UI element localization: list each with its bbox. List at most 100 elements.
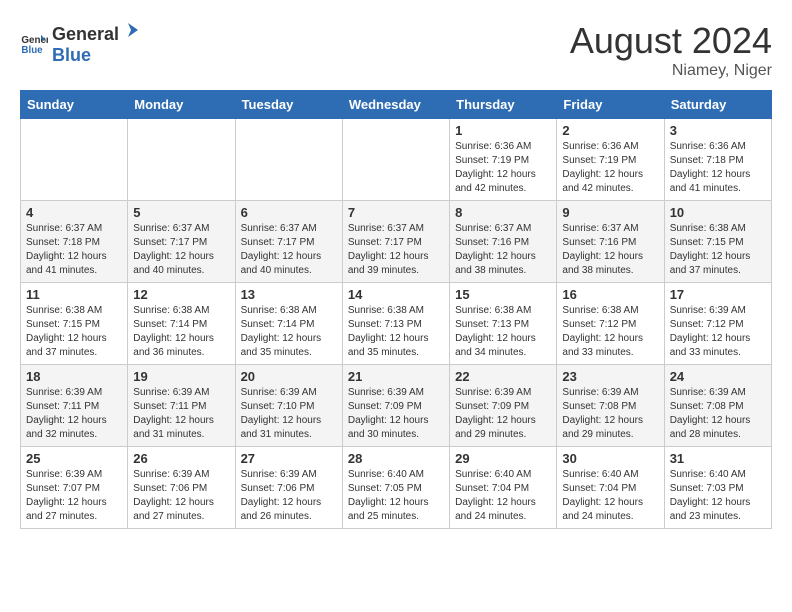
day-number: 18	[26, 369, 122, 384]
calendar-day-cell: 28 Sunrise: 6:40 AM Sunset: 7:05 PM Dayli…	[342, 447, 449, 529]
day-number: 29	[455, 451, 551, 466]
svg-text:Blue: Blue	[21, 45, 43, 56]
calendar-day-cell: 18 Sunrise: 6:39 AM Sunset: 7:11 PM Dayli…	[21, 365, 128, 447]
calendar-day-cell: 26Sunrise: 6:39 AM Sunset: 7:06 PM Dayli…	[128, 447, 235, 529]
day-number: 21	[348, 369, 444, 384]
day-number: 2	[562, 123, 658, 138]
day-number: 15	[455, 287, 551, 302]
day-info: Sunrise: 6:40 AM Sunset: 7:04 PM Dayligh…	[455, 468, 551, 524]
day-number: 4	[26, 205, 122, 220]
calendar-day-cell	[128, 119, 235, 201]
day-info: Sunrise: 6:39 AM Sunset: 7:07 PM Dayligh…	[26, 468, 122, 524]
logo-icon: General Blue	[20, 29, 48, 57]
day-number: 12	[133, 287, 229, 302]
day-number: 6	[241, 205, 337, 220]
day-number: 5	[133, 205, 229, 220]
day-info: Sunrise: 6:38 AM Sunset: 7:14 PM Dayligh…	[241, 304, 337, 360]
day-info: Sunrise: 6:38 AM Sunset: 7:15 PM Dayligh…	[670, 222, 766, 278]
month-year-title: August 2024	[570, 20, 772, 62]
day-info: Sunrise: 6:36 AM Sunset: 7:19 PM Dayligh…	[562, 140, 658, 196]
calendar-day-cell: 20 Sunrise: 6:39 AM Sunset: 7:10 PM Dayli…	[235, 365, 342, 447]
day-number: 22	[455, 369, 551, 384]
calendar-day-cell: 7Sunrise: 6:37 AM Sunset: 7:17 PM Daylig…	[342, 201, 449, 283]
calendar-day-cell: 9 Sunrise: 6:37 AM Sunset: 7:16 PM Daylig…	[557, 201, 664, 283]
day-info: Sunrise: 6:38 AM Sunset: 7:12 PM Dayligh…	[562, 304, 658, 360]
calendar-day-cell: 29 Sunrise: 6:40 AM Sunset: 7:04 PM Dayli…	[450, 447, 557, 529]
calendar-day-cell	[342, 119, 449, 201]
day-number: 28	[348, 451, 444, 466]
day-info: Sunrise: 6:36 AM Sunset: 7:18 PM Dayligh…	[670, 140, 766, 196]
day-info: Sunrise: 6:37 AM Sunset: 7:17 PM Dayligh…	[241, 222, 337, 278]
logo: General Blue General Blue	[20, 20, 141, 66]
day-number: 11	[26, 287, 122, 302]
day-number: 9	[562, 205, 658, 220]
day-of-week-header: Wednesday	[342, 91, 449, 119]
calendar-day-cell: 25 Sunrise: 6:39 AM Sunset: 7:07 PM Dayli…	[21, 447, 128, 529]
day-number: 23	[562, 369, 658, 384]
calendar-day-cell: 31 Sunrise: 6:40 AM Sunset: 7:03 PM Dayli…	[664, 447, 771, 529]
day-info: Sunrise: 6:39 AM Sunset: 7:09 PM Dayligh…	[348, 386, 444, 442]
day-number: 27	[241, 451, 337, 466]
calendar-day-cell: 14 Sunrise: 6:38 AM Sunset: 7:13 PM Dayli…	[342, 283, 449, 365]
day-info: Sunrise: 6:39 AM Sunset: 7:06 PM Dayligh…	[133, 468, 229, 524]
calendar-day-cell: 15 Sunrise: 6:38 AM Sunset: 7:13 PM Dayli…	[450, 283, 557, 365]
page-header: General Blue General Blue August 2024 Ni…	[20, 20, 772, 80]
day-info: Sunrise: 6:37 AM Sunset: 7:16 PM Dayligh…	[562, 222, 658, 278]
day-info: Sunrise: 6:39 AM Sunset: 7:10 PM Dayligh…	[241, 386, 337, 442]
calendar-day-cell: 17 Sunrise: 6:39 AM Sunset: 7:12 PM Dayli…	[664, 283, 771, 365]
calendar-day-cell: 16Sunrise: 6:38 AM Sunset: 7:12 PM Dayli…	[557, 283, 664, 365]
day-info: Sunrise: 6:39 AM Sunset: 7:12 PM Dayligh…	[670, 304, 766, 360]
location-subtitle: Niamey, Niger	[570, 62, 772, 80]
calendar-day-cell: 4 Sunrise: 6:37 AM Sunset: 7:18 PM Daylig…	[21, 201, 128, 283]
calendar-day-cell: 30 Sunrise: 6:40 AM Sunset: 7:04 PM Dayli…	[557, 447, 664, 529]
day-info: Sunrise: 6:40 AM Sunset: 7:04 PM Dayligh…	[562, 468, 658, 524]
logo-general-text: General	[52, 24, 119, 45]
day-info: Sunrise: 6:37 AM Sunset: 7:18 PM Dayligh…	[26, 222, 122, 278]
calendar-day-cell: 6 Sunrise: 6:37 AM Sunset: 7:17 PM Daylig…	[235, 201, 342, 283]
day-of-week-header: Friday	[557, 91, 664, 119]
day-info: Sunrise: 6:39 AM Sunset: 7:06 PM Dayligh…	[241, 468, 337, 524]
calendar-week-row: 1Sunrise: 6:36 AM Sunset: 7:19 PM Daylig…	[21, 119, 772, 201]
calendar-day-cell	[235, 119, 342, 201]
day-info: Sunrise: 6:38 AM Sunset: 7:15 PM Dayligh…	[26, 304, 122, 360]
day-of-week-header: Thursday	[450, 91, 557, 119]
calendar-day-cell: 2 Sunrise: 6:36 AM Sunset: 7:19 PM Daylig…	[557, 119, 664, 201]
calendar-day-cell: 19Sunrise: 6:39 AM Sunset: 7:11 PM Dayli…	[128, 365, 235, 447]
day-info: Sunrise: 6:37 AM Sunset: 7:17 PM Dayligh…	[348, 222, 444, 278]
title-block: August 2024 Niamey, Niger	[570, 20, 772, 80]
day-number: 31	[670, 451, 766, 466]
day-info: Sunrise: 6:39 AM Sunset: 7:11 PM Dayligh…	[26, 386, 122, 442]
calendar-day-cell: 24 Sunrise: 6:39 AM Sunset: 7:08 PM Dayli…	[664, 365, 771, 447]
day-info: Sunrise: 6:38 AM Sunset: 7:13 PM Dayligh…	[348, 304, 444, 360]
calendar-week-row: 25 Sunrise: 6:39 AM Sunset: 7:07 PM Dayli…	[21, 447, 772, 529]
day-number: 10	[670, 205, 766, 220]
calendar-day-cell: 10 Sunrise: 6:38 AM Sunset: 7:15 PM Dayli…	[664, 201, 771, 283]
calendar-week-row: 18 Sunrise: 6:39 AM Sunset: 7:11 PM Dayli…	[21, 365, 772, 447]
day-of-week-header: Monday	[128, 91, 235, 119]
day-info: Sunrise: 6:39 AM Sunset: 7:09 PM Dayligh…	[455, 386, 551, 442]
day-number: 24	[670, 369, 766, 384]
day-info: Sunrise: 6:39 AM Sunset: 7:11 PM Dayligh…	[133, 386, 229, 442]
day-info: Sunrise: 6:38 AM Sunset: 7:14 PM Dayligh…	[133, 304, 229, 360]
day-number: 13	[241, 287, 337, 302]
day-info: Sunrise: 6:36 AM Sunset: 7:19 PM Dayligh…	[455, 140, 551, 196]
logo-blue-text: Blue	[52, 45, 91, 65]
day-of-week-header: Tuesday	[235, 91, 342, 119]
calendar-day-cell: 23Sunrise: 6:39 AM Sunset: 7:08 PM Dayli…	[557, 365, 664, 447]
day-info: Sunrise: 6:39 AM Sunset: 7:08 PM Dayligh…	[670, 386, 766, 442]
calendar-day-cell: 12 Sunrise: 6:38 AM Sunset: 7:14 PM Dayli…	[128, 283, 235, 365]
day-number: 30	[562, 451, 658, 466]
calendar-day-cell: 11 Sunrise: 6:38 AM Sunset: 7:15 PM Dayli…	[21, 283, 128, 365]
day-number: 3	[670, 123, 766, 138]
calendar-day-cell: 8Sunrise: 6:37 AM Sunset: 7:16 PM Daylig…	[450, 201, 557, 283]
day-info: Sunrise: 6:38 AM Sunset: 7:13 PM Dayligh…	[455, 304, 551, 360]
day-number: 14	[348, 287, 444, 302]
calendar-day-cell: 5Sunrise: 6:37 AM Sunset: 7:17 PM Daylig…	[128, 201, 235, 283]
calendar-week-row: 4 Sunrise: 6:37 AM Sunset: 7:18 PM Daylig…	[21, 201, 772, 283]
day-number: 20	[241, 369, 337, 384]
day-info: Sunrise: 6:40 AM Sunset: 7:05 PM Dayligh…	[348, 468, 444, 524]
day-info: Sunrise: 6:40 AM Sunset: 7:03 PM Dayligh…	[670, 468, 766, 524]
calendar-week-row: 11 Sunrise: 6:38 AM Sunset: 7:15 PM Dayli…	[21, 283, 772, 365]
day-number: 25	[26, 451, 122, 466]
day-number: 17	[670, 287, 766, 302]
